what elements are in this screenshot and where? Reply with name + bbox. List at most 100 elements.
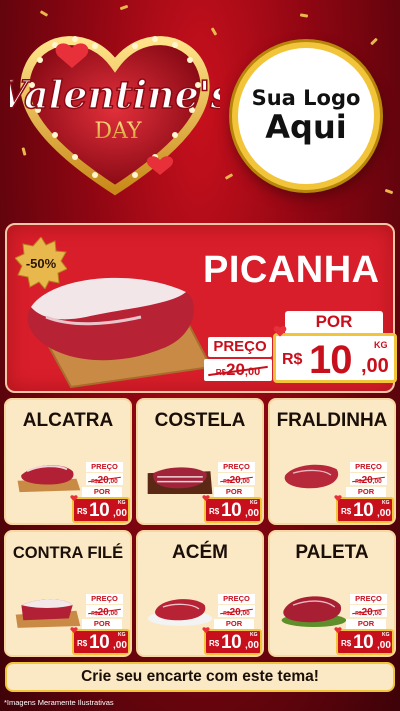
old-price-label: PREÇO bbox=[218, 594, 255, 604]
old-price-label: PREÇO bbox=[208, 337, 272, 357]
new-price-dec: ,00 bbox=[245, 640, 259, 651]
meat-image bbox=[147, 599, 213, 626]
heart-icon bbox=[334, 627, 342, 634]
product-name: COSTELA bbox=[154, 410, 246, 431]
old-price-label: PREÇO bbox=[86, 462, 123, 472]
featured-product-card: -50% PICANHA PREÇO R$20,00 POR R$ 10 ,00… bbox=[5, 223, 397, 393]
logo-line-2: Aqui bbox=[265, 107, 347, 146]
meat-image bbox=[17, 465, 81, 493]
new-price-label: POR bbox=[214, 487, 254, 497]
new-price-currency: R$ bbox=[209, 507, 220, 516]
confetti bbox=[119, 4, 129, 11]
new-price-currency: R$ bbox=[341, 639, 352, 648]
old-price-label: PREÇO bbox=[350, 594, 387, 604]
heart-icon bbox=[70, 627, 78, 634]
new-price-int: 10 bbox=[221, 500, 242, 521]
product-card: COSTELA PREÇO R$20,00 POR R$ 10,00 KG bbox=[136, 398, 264, 525]
new-price-unit: KG bbox=[118, 632, 126, 638]
new-price-int: 10 bbox=[89, 500, 110, 521]
flyer-page: Valentine's DAY Sua Logo Aqui -50% PICAN… bbox=[0, 0, 400, 711]
featured-product-name: PICANHA bbox=[203, 249, 380, 291]
meat-image bbox=[284, 464, 339, 489]
your-logo-placeholder: Sua Logo Aqui bbox=[232, 42, 380, 190]
product-card: CONTRA FILÉ PREÇO R$20,00 POR R$ 10,00 KG bbox=[4, 530, 132, 657]
disclaimer-text: *Imagens Meramente Ilustrativas bbox=[4, 698, 114, 707]
product-name: PALETA bbox=[295, 542, 369, 563]
new-price-dec: ,00 bbox=[245, 508, 259, 519]
new-price: R$ 10,00 KG bbox=[204, 497, 262, 523]
valentines-day-heart-logo: Valentine's DAY bbox=[10, 36, 220, 196]
heart-icon bbox=[70, 495, 78, 502]
cta-banner[interactable]: Crie seu encarte com este tema! bbox=[5, 662, 395, 692]
new-price-unit: KG bbox=[382, 500, 390, 506]
new-price: R$ 10,00 KG bbox=[72, 629, 130, 655]
new-price-label: POR bbox=[346, 487, 386, 497]
new-price: R$ 10,00 KG bbox=[204, 629, 262, 655]
new-price: R$ 10 ,00 KG bbox=[273, 333, 397, 383]
old-price: R$20,00 bbox=[86, 473, 123, 486]
discount-badge: -50% bbox=[15, 237, 67, 289]
new-price-unit: KG bbox=[382, 632, 390, 638]
new-price-dec: ,00 bbox=[361, 355, 389, 377]
new-price-label: POR bbox=[346, 619, 386, 629]
old-price: R$20,00 bbox=[204, 359, 272, 381]
confetti bbox=[224, 173, 234, 180]
new-price-int: 10 bbox=[353, 632, 374, 653]
new-price-dec: ,00 bbox=[377, 508, 391, 519]
old-price: R$20,00 bbox=[218, 605, 255, 618]
old-price-label: PREÇO bbox=[218, 462, 255, 472]
new-price-currency: R$ bbox=[77, 639, 88, 648]
new-price-int: 10 bbox=[89, 632, 110, 653]
meat-image bbox=[281, 596, 347, 627]
confetti bbox=[370, 37, 378, 46]
new-price-int: 10 bbox=[221, 632, 242, 653]
new-price: R$ 10,00 KG bbox=[72, 497, 130, 523]
new-price-dec: ,00 bbox=[113, 640, 127, 651]
old-price: R$20,00 bbox=[218, 473, 255, 486]
logo-line-1: Sua Logo bbox=[251, 85, 361, 110]
new-price-unit: KG bbox=[250, 632, 258, 638]
new-price-dec: ,00 bbox=[377, 640, 391, 651]
new-price: R$ 10,00 KG bbox=[336, 629, 394, 655]
confetti bbox=[299, 13, 309, 18]
old-price: R$20,00 bbox=[350, 473, 387, 486]
new-price-unit: KG bbox=[118, 500, 126, 506]
product-name: CONTRA FILÉ bbox=[12, 544, 124, 562]
new-price-int: 10 bbox=[353, 500, 374, 521]
new-price-label: POR bbox=[214, 619, 254, 629]
new-price-currency: R$ bbox=[77, 507, 88, 516]
new-price-dec: ,00 bbox=[113, 508, 127, 519]
heart-icon bbox=[334, 495, 342, 502]
confetti bbox=[384, 188, 394, 195]
day-logo-word: DAY bbox=[94, 119, 142, 144]
new-price-label: POR bbox=[285, 311, 383, 333]
meat-image bbox=[147, 467, 213, 494]
new-price: R$ 10,00 KG bbox=[336, 497, 394, 523]
meat-image bbox=[15, 599, 81, 628]
product-card: PALETA PREÇO R$20,00 POR R$ 10,00 KG bbox=[268, 530, 396, 657]
discount-text: -50% bbox=[25, 255, 57, 271]
new-price-currency: R$ bbox=[341, 507, 352, 516]
new-price-int: 10 bbox=[309, 338, 352, 382]
valentines-logo-word: Valentine's bbox=[10, 72, 220, 117]
product-name: ACÉM bbox=[172, 542, 228, 563]
old-price-label: PREÇO bbox=[86, 594, 123, 604]
new-price-currency: R$ bbox=[282, 351, 303, 368]
heart-icon bbox=[202, 627, 210, 634]
new-price-unit: KG bbox=[374, 340, 388, 350]
product-name: ALCATRA bbox=[22, 410, 114, 431]
heart-icon bbox=[273, 326, 287, 337]
new-price-currency: R$ bbox=[209, 639, 220, 648]
old-price: R$20,00 bbox=[86, 605, 123, 618]
heart-icon bbox=[202, 495, 210, 502]
product-name: FRALDINHA bbox=[276, 410, 388, 431]
new-price-label: POR bbox=[82, 487, 122, 497]
header: Valentine's DAY Sua Logo Aqui bbox=[0, 0, 400, 215]
new-price-unit: KG bbox=[250, 500, 258, 506]
old-price: R$20,00 bbox=[350, 605, 387, 618]
product-card: FRALDINHA PREÇO R$20,00 POR R$ 10,00 KG bbox=[268, 398, 396, 525]
product-card: ACÉM PREÇO R$20,00 POR R$ 10,00 KG bbox=[136, 530, 264, 657]
confetti bbox=[39, 10, 49, 17]
product-card: ALCATRA PREÇO R$20,00 POR R$ 10,00 KG bbox=[4, 398, 132, 525]
old-price-label: PREÇO bbox=[350, 462, 387, 472]
